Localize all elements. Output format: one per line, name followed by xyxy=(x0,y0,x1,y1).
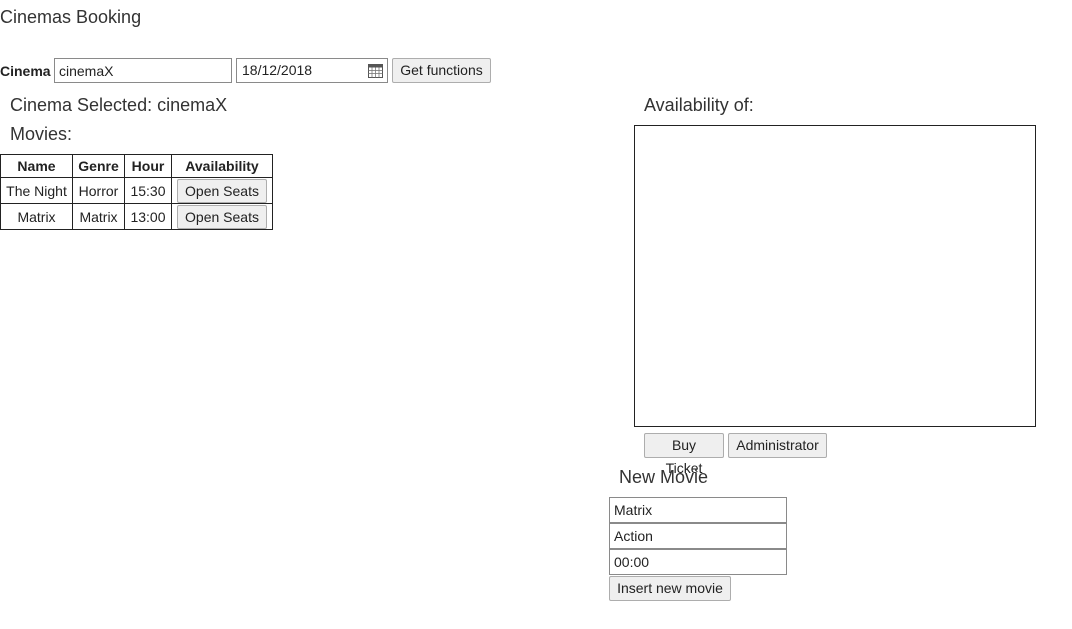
column-header-availability: Availability xyxy=(171,154,273,178)
movies-table: Name Genre Hour Availability The Night H… xyxy=(0,154,273,230)
open-seats-button[interactable]: Open Seats xyxy=(177,178,267,203)
new-movie-genre-input[interactable] xyxy=(609,523,787,549)
cinema-label: Cinema xyxy=(0,63,51,79)
table-row: The Night Horror 15:30 Open Seats xyxy=(0,177,273,204)
movies-heading: Movies: xyxy=(10,124,73,144)
get-functions-button[interactable]: Get functions xyxy=(392,58,491,83)
seats-canvas[interactable] xyxy=(634,125,1036,427)
column-header-hour: Hour xyxy=(124,154,172,178)
new-movie-name-input[interactable] xyxy=(609,497,787,523)
open-seats-button[interactable]: Open Seats xyxy=(177,204,267,229)
buy-ticket-button[interactable]: Buy Ticket xyxy=(644,433,724,476)
calendar-icon[interactable] xyxy=(367,62,384,79)
column-header-name: Name xyxy=(0,154,73,178)
date-value: 18/12/2018 xyxy=(242,62,313,78)
insert-new-movie-button[interactable]: Insert new movie xyxy=(609,576,731,601)
table-header-row: Name Genre Hour Availability xyxy=(0,154,273,178)
date-input[interactable]: 18/12/2018 xyxy=(236,58,388,83)
movie-hour-cell: 13:00 xyxy=(124,203,172,230)
movie-name-cell: The Night xyxy=(0,177,73,204)
movie-hour-cell: 15:30 xyxy=(124,177,172,204)
administrator-button[interactable]: Administrator xyxy=(728,433,827,458)
column-header-genre: Genre xyxy=(72,154,125,178)
new-movie-hour-input[interactable] xyxy=(609,549,787,575)
new-movie-heading: New Movie xyxy=(619,467,709,487)
table-row: Matrix Matrix 13:00 Open Seats xyxy=(0,203,273,230)
availability-heading: Availability of: xyxy=(644,95,754,115)
cinema-selected-heading: Cinema Selected: cinemaX xyxy=(10,95,228,115)
movie-availability-cell: Open Seats xyxy=(171,177,273,204)
app-title: Cinemas Booking xyxy=(0,7,142,27)
movie-genre-cell: Horror xyxy=(72,177,125,204)
cinema-input[interactable] xyxy=(54,58,232,83)
movie-availability-cell: Open Seats xyxy=(171,203,273,230)
movie-name-cell: Matrix xyxy=(0,203,73,230)
movie-genre-cell: Matrix xyxy=(72,203,125,230)
